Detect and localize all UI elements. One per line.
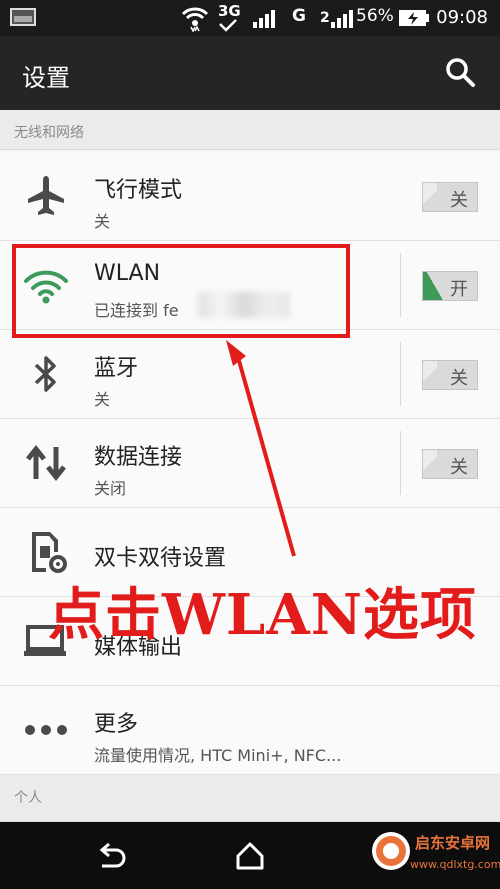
network-g-label: G xyxy=(292,6,306,26)
signal-bars-2-icon xyxy=(331,10,353,28)
bluetooth-toggle[interactable]: 关 xyxy=(422,360,478,390)
data-connection-toggle[interactable]: 关 xyxy=(422,449,478,479)
divider xyxy=(400,253,401,317)
settings-item-bluetooth[interactable]: 蓝牙 关 关 xyxy=(0,330,500,419)
item-title: 数据连接 xyxy=(94,445,183,470)
item-subtitle: 流量使用情况, HTC Mini+, NFC... xyxy=(94,746,342,765)
item-subtitle: 关 xyxy=(94,390,111,409)
status-bar: 3G G 2 56% 09:08 xyxy=(0,0,500,36)
clock: 09:08 xyxy=(436,7,488,28)
item-title: 飞行模式 xyxy=(94,178,183,203)
settings-item-airplane-mode[interactable]: 飞行模式 关 关 xyxy=(0,152,500,241)
wifi-status-icon xyxy=(181,7,209,32)
sim-gear-icon xyxy=(32,532,67,573)
battery-percent: 56% xyxy=(356,6,394,26)
item-title: 双卡双待设置 xyxy=(94,546,227,571)
annotation-highlight-box xyxy=(12,244,350,338)
airplane-icon xyxy=(28,176,64,215)
annotation-text: 点击WLAN选项 xyxy=(48,582,477,648)
section-header-wireless: 无线和网络 xyxy=(0,110,500,150)
signal-bars-icon xyxy=(253,10,275,28)
screenshot-notification-icon xyxy=(10,8,36,26)
item-title: 蓝牙 xyxy=(94,356,139,381)
section-header-personal: 个人 xyxy=(0,775,500,822)
watermark-url: www.qdlxtg.com xyxy=(410,858,500,871)
divider xyxy=(400,342,401,406)
settings-item-data-connection[interactable]: 数据连接 关闭 关 xyxy=(0,419,500,508)
toggle-label: 关 xyxy=(450,190,468,211)
data-arrows-icon xyxy=(26,444,66,482)
search-icon[interactable] xyxy=(444,56,476,88)
toggle-thumb xyxy=(423,450,437,478)
check-icon xyxy=(219,19,237,32)
airplane-mode-toggle[interactable]: 关 xyxy=(422,182,478,212)
toggle-thumb xyxy=(423,183,437,211)
action-bar: 设置 xyxy=(0,36,500,110)
section-title: 个人 xyxy=(14,790,42,806)
toggle-label: 关 xyxy=(450,368,468,389)
network-2-label: 2 xyxy=(320,10,330,26)
settings-item-more[interactable]: 更多 流量使用情况, HTC Mini+, NFC... xyxy=(0,686,500,775)
toggle-label: 关 xyxy=(450,457,468,478)
divider xyxy=(400,431,401,495)
home-icon[interactable] xyxy=(230,836,270,876)
back-icon[interactable] xyxy=(90,836,130,876)
item-subtitle: 关 xyxy=(94,212,111,231)
item-title: 更多 xyxy=(94,712,139,737)
page-title: 设置 xyxy=(22,64,70,92)
toggle-thumb xyxy=(423,361,437,389)
item-subtitle: 关闭 xyxy=(94,479,127,498)
watermark-name: 启东安卓网 xyxy=(415,834,491,852)
section-title: 无线和网络 xyxy=(14,125,84,141)
watermark-logo xyxy=(372,832,410,870)
toggle-thumb xyxy=(423,272,443,300)
more-dots-icon xyxy=(25,725,67,735)
wlan-toggle[interactable]: 开 xyxy=(422,271,478,301)
toggle-label: 开 xyxy=(450,279,468,300)
battery-charging-icon xyxy=(399,10,429,26)
bluetooth-icon xyxy=(34,356,56,392)
